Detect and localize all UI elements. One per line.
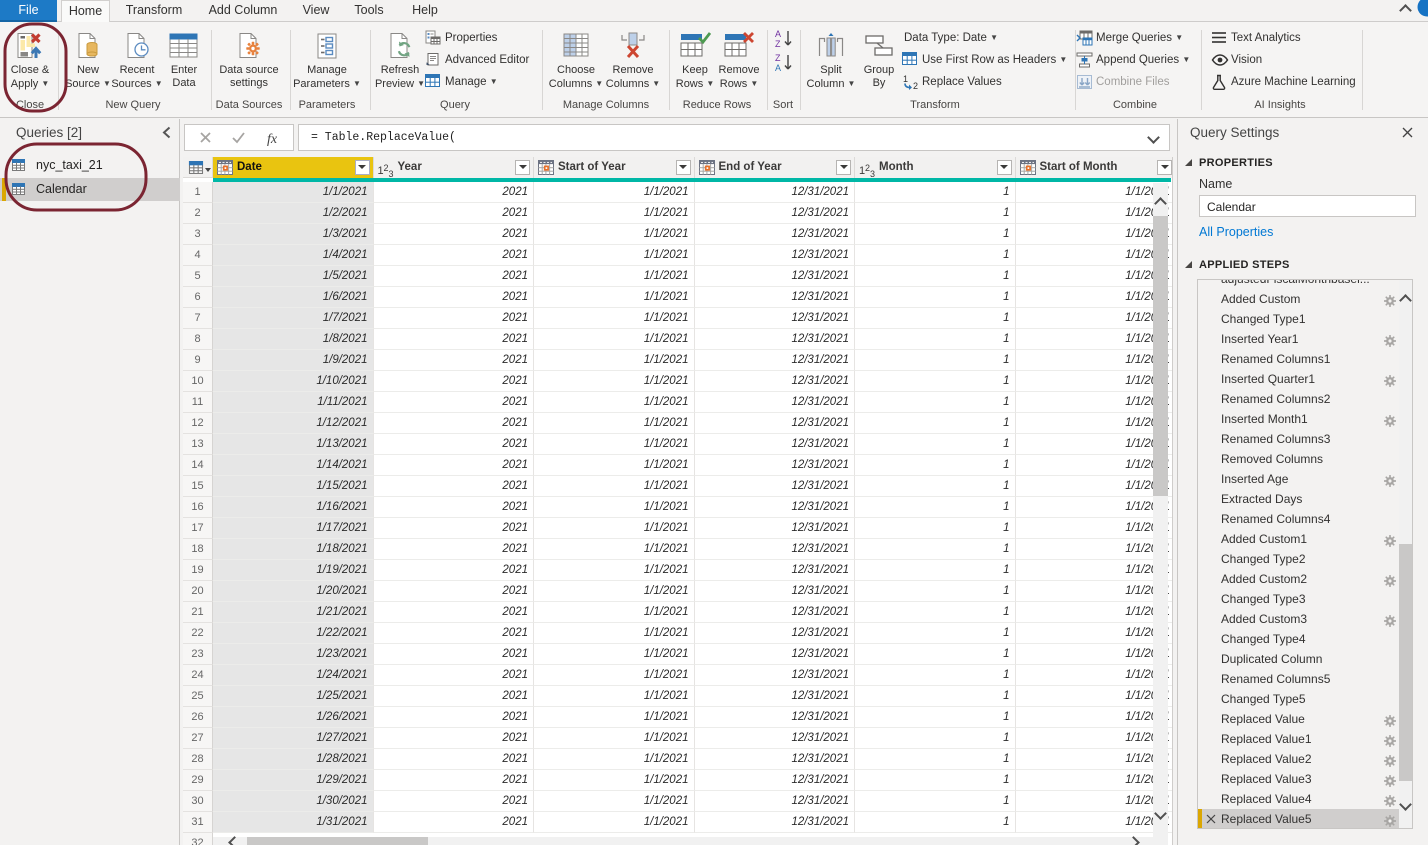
svg-text:Z: Z: [775, 53, 781, 63]
svg-text:fx: fx: [267, 132, 278, 147]
svg-text:A: A: [775, 29, 781, 39]
svg-text:2: 2: [913, 81, 918, 90]
svg-text:Z: Z: [775, 39, 781, 49]
svg-text:A: A: [775, 63, 781, 73]
svg-text:1: 1: [903, 74, 908, 84]
